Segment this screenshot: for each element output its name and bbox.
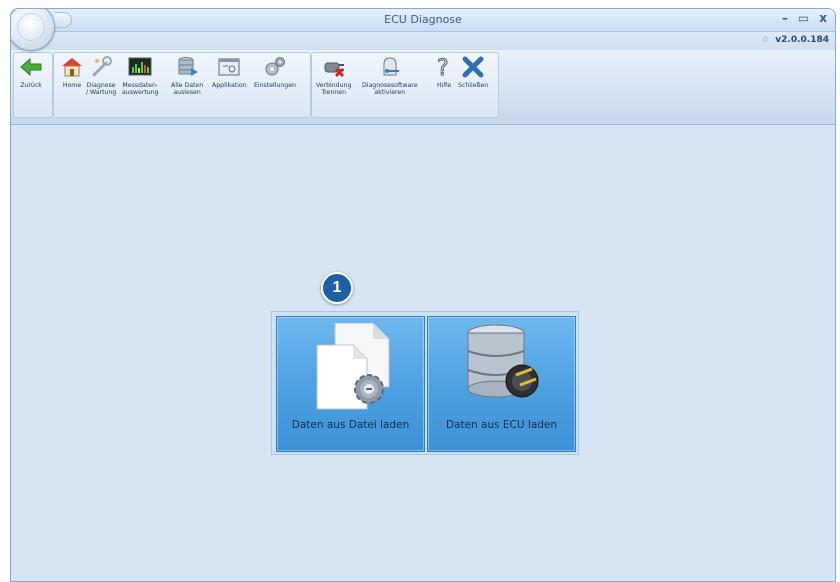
messdaten-button[interactable]: Messdaten-auswertung — [122, 55, 159, 96]
close-x-icon — [461, 55, 485, 79]
load-from-ecu-button[interactable]: Daten aus ECU laden — [427, 316, 576, 452]
home-button[interactable]: Home — [60, 55, 84, 89]
einstellungen-button[interactable]: Einstellungen — [254, 55, 296, 89]
applikation-button[interactable]: Applikation — [212, 55, 247, 89]
schliessen-button[interactable]: Schließen — [458, 55, 488, 89]
database-icon — [175, 55, 199, 79]
window-controls: – ▭ x — [782, 11, 827, 25]
help-icon: ? — [432, 55, 456, 82]
home-icon — [60, 55, 84, 79]
documents-gear-icon — [311, 322, 395, 417]
disconnect-plug-icon — [322, 55, 346, 79]
ribbon-toolbar: Zurück Home Diagnose / Wartung Messdaten… — [11, 50, 835, 125]
quick-access-toolbar[interactable] — [55, 12, 72, 28]
hilfe-button[interactable]: ? Hilfe — [432, 55, 456, 90]
callout-badge: 1 — [321, 272, 353, 304]
ribbon-group-connection: Verbindung Trennen Diagnosesoftware aktivi… — [311, 52, 499, 118]
verbindung-trennen-button[interactable]: Verbindung Trennen — [316, 55, 351, 96]
gears-icon — [263, 55, 287, 79]
wrench-icon — [89, 55, 113, 79]
window-title: ECU Diagnose — [384, 13, 462, 26]
database-plug-icon — [460, 323, 550, 417]
title-bar: ECU Diagnose – ▭ x — [11, 9, 835, 32]
back-arrow-icon — [19, 55, 43, 79]
minimize-button[interactable]: – — [782, 11, 788, 25]
version-label: v2.0.0.184 — [775, 35, 829, 45]
ribbon-group-functions: Home Diagnose / Wartung Messdaten-auswert… — [53, 52, 311, 118]
load-from-file-label: Daten aus Datei laden — [291, 419, 410, 431]
diagnose-button[interactable]: Diagnose / Wartung — [86, 55, 116, 96]
pin-icon[interactable]: ☆ — [761, 35, 769, 45]
back-button[interactable]: Zurück — [19, 55, 43, 89]
app-window: ECU Diagnose – ▭ x ☆ v2.0.0.184 Zurück H… — [10, 8, 836, 582]
close-button[interactable]: x — [819, 11, 827, 25]
main-content: Daten aus Datei laden Daten aus ECU lade… — [11, 125, 835, 581]
alle-daten-button[interactable]: Alle Daten auslesen — [171, 55, 203, 96]
ribbon-group-navigation: Zurück — [13, 52, 53, 118]
load-options-panel: Daten aus Datei laden Daten aus ECU lade… — [271, 311, 579, 455]
load-from-file-button[interactable]: Daten aus Datei laden — [276, 316, 425, 452]
load-from-ecu-label: Daten aus ECU laden — [445, 419, 558, 431]
maximize-button[interactable]: ▭ — [798, 11, 809, 25]
key-activate-icon — [378, 55, 402, 79]
chart-icon — [128, 55, 152, 79]
application-window-icon — [217, 55, 241, 79]
svg-text:?: ? — [437, 56, 449, 79]
ribbon-header: ☆ v2.0.0.184 — [11, 32, 835, 50]
diagnosesoftware-button[interactable]: Diagnosesoftware aktivieren — [362, 55, 418, 96]
